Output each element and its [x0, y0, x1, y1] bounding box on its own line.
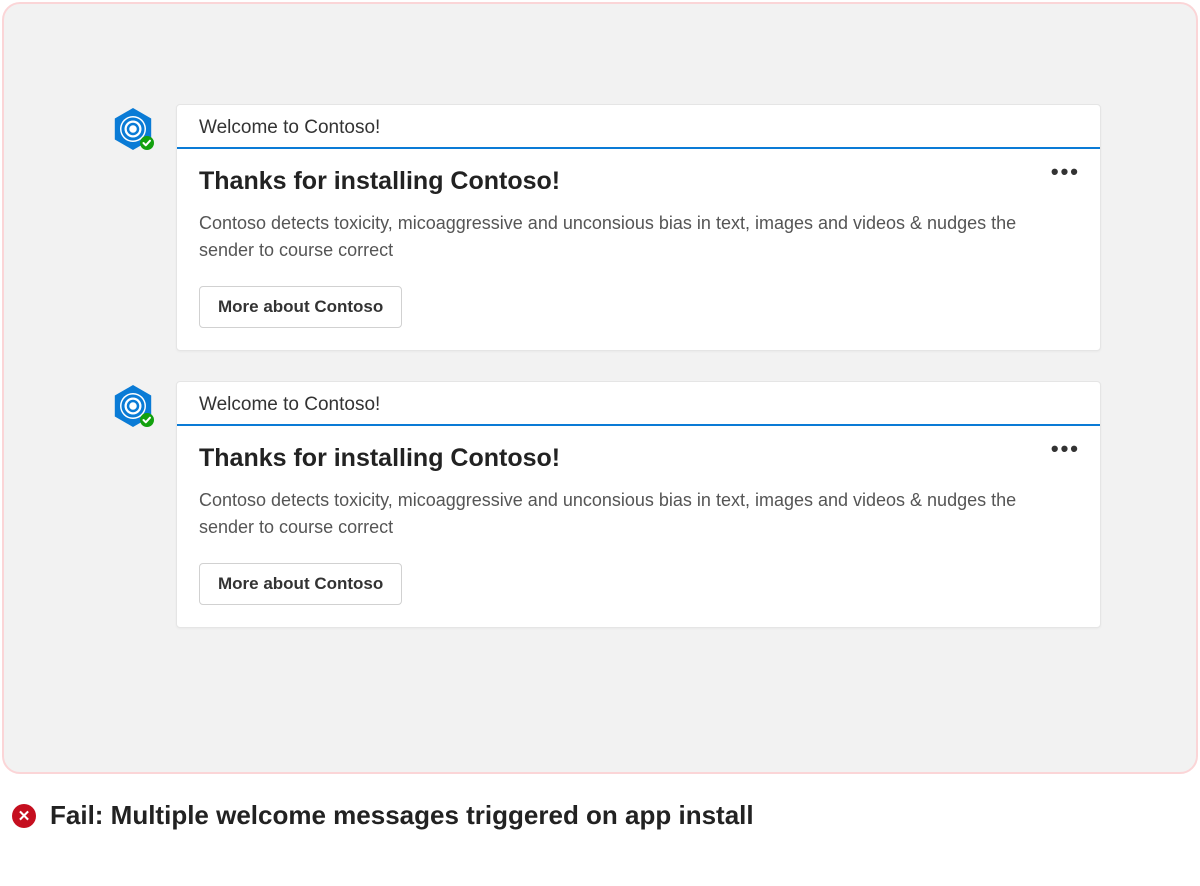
card-header: Welcome to Contoso! — [177, 105, 1100, 149]
more-about-button[interactable]: More about Contoso — [199, 563, 402, 605]
welcome-card: Welcome to Contoso! ••• Thanks for insta… — [176, 381, 1101, 628]
bot-avatar — [112, 385, 154, 427]
more-about-button[interactable]: More about Contoso — [199, 286, 402, 328]
example-frame: Welcome to Contoso! ••• Thanks for insta… — [2, 2, 1198, 774]
card-header: Welcome to Contoso! — [177, 382, 1100, 426]
welcome-card: Welcome to Contoso! ••• Thanks for insta… — [176, 104, 1101, 351]
card-title: Thanks for installing Contoso! — [199, 444, 1078, 473]
card-description: Contoso detects toxicity, micoaggressive… — [199, 487, 1029, 541]
more-options-icon[interactable]: ••• — [1051, 161, 1080, 183]
more-options-icon[interactable]: ••• — [1051, 438, 1080, 460]
bot-avatar — [112, 108, 154, 150]
fail-icon: ✕ — [12, 804, 36, 828]
card-body: ••• Thanks for installing Contoso! Conto… — [177, 149, 1100, 350]
result-caption: ✕ Fail: Multiple welcome messages trigge… — [0, 776, 1200, 831]
message-row: Welcome to Contoso! ••• Thanks for insta… — [112, 381, 1101, 628]
card-title: Thanks for installing Contoso! — [199, 167, 1078, 196]
card-description: Contoso detects toxicity, micoaggressive… — [199, 210, 1029, 264]
card-body: ••• Thanks for installing Contoso! Conto… — [177, 426, 1100, 627]
message-row: Welcome to Contoso! ••• Thanks for insta… — [112, 104, 1101, 351]
fail-text: Fail: Multiple welcome messages triggere… — [50, 800, 754, 831]
